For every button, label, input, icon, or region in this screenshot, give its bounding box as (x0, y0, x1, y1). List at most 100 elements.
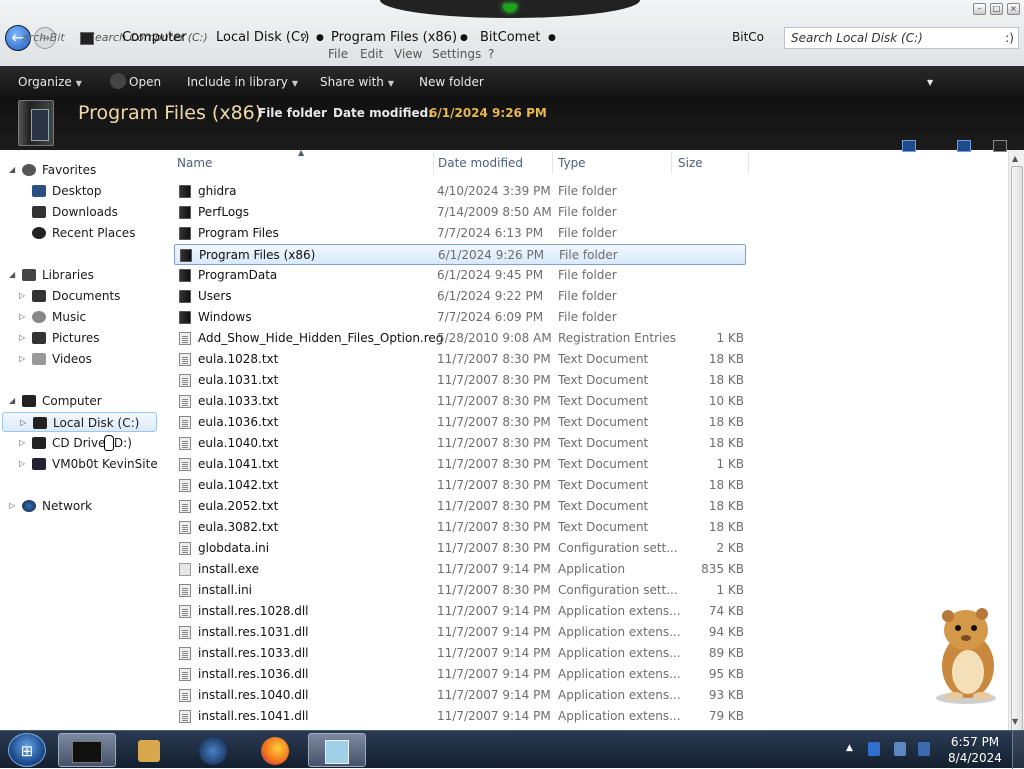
start-button[interactable]: ⊞ (8, 733, 46, 767)
expand-arrow-icon[interactable]: ▷ (19, 349, 25, 369)
taskbar-media-player[interactable] (120, 733, 178, 767)
expand-arrow-icon[interactable]: ▷ (9, 496, 15, 516)
scroll-up-icon[interactable]: ▲ (1012, 154, 1018, 163)
file-row[interactable]: install.ini 11/7/2007 8:30 PM Configuratio… (174, 580, 746, 601)
nav-desktop[interactable]: Desktop (32, 181, 102, 201)
nav-recent-places[interactable]: Recent Places (32, 223, 135, 243)
file-row[interactable]: ghidra 4/10/2024 3:39 PM File folder (174, 181, 746, 202)
file-row[interactable]: ProgramData 6/1/2024 9:45 PM File folder (174, 265, 746, 286)
new-folder-button[interactable]: New folder (419, 75, 484, 89)
column-separator[interactable] (433, 152, 434, 174)
view-options-chevron-icon[interactable]: ▼ (927, 78, 933, 87)
search-input[interactable]: Search Local Disk (C:) :) (784, 27, 1019, 49)
file-type: Registration Entries (558, 331, 676, 345)
file-row[interactable]: Program Files (x86) 6/1/2024 9:26 PM File … (174, 244, 746, 265)
file-row[interactable]: Users 6/1/2024 9:22 PM File folder (174, 286, 746, 307)
column-date[interactable]: Date modified (438, 156, 523, 170)
vertical-scrollbar[interactable]: ▲ ▼ (1008, 150, 1024, 732)
menu-view[interactable]: View (394, 47, 422, 61)
show-hidden-icons-icon[interactable]: ▲ (846, 743, 853, 753)
scroll-thumb[interactable] (1011, 166, 1023, 732)
menu-edit[interactable]: Edit (360, 47, 383, 61)
file-row[interactable]: eula.1040.txt 11/7/2007 8:30 PM Text Docum… (174, 433, 746, 454)
nav-network[interactable]: ▷ Network (9, 496, 92, 516)
file-row[interactable]: eula.1036.txt 11/7/2007 8:30 PM Text Docum… (174, 412, 746, 433)
breadcrumb-bitcomet[interactable]: BitComet (480, 30, 540, 45)
file-row[interactable]: install.res.1040.dll 11/7/2007 9:14 PM App… (174, 685, 746, 706)
taskbar-network-app[interactable] (184, 733, 242, 767)
file-icon (179, 353, 191, 366)
file-row[interactable]: eula.1042.txt 11/7/2007 8:30 PM Text Docum… (174, 475, 746, 496)
file-row[interactable]: eula.1028.txt 11/7/2007 8:30 PM Text Docum… (174, 349, 746, 370)
breadcrumb-separator-icon: ● (460, 33, 468, 43)
column-name[interactable]: Name (177, 156, 212, 170)
nav-cd-drive[interactable]: ▷ CD Drive (D:) (19, 433, 132, 453)
nav-vm-share[interactable]: ▷ VM0b0t KevinSite (19, 454, 158, 474)
file-row[interactable]: install.exe 11/7/2007 9:14 PM Application 8… (174, 559, 746, 580)
include-library-button[interactable]: Include in library ▼ (187, 75, 298, 89)
nav-local-disk[interactable]: ▷ Local Disk (C:) (2, 412, 157, 432)
breadcrumb-program-files-x86[interactable]: Program Files (x86) (331, 30, 457, 45)
file-row[interactable]: eula.1041.txt 11/7/2007 8:30 PM Text Docum… (174, 454, 746, 475)
column-size[interactable]: Size (678, 156, 703, 170)
nav-music[interactable]: ▷ Music (19, 307, 86, 327)
nav-pictures-label: Pictures (52, 331, 100, 345)
file-row[interactable]: PerfLogs 7/14/2009 8:50 AM File folder (174, 202, 746, 223)
file-row[interactable]: eula.2052.txt 11/7/2007 8:30 PM Text Docum… (174, 496, 746, 517)
breadcrumb-computer[interactable]: Computer (122, 30, 187, 45)
maximize-button[interactable]: □ (990, 3, 1003, 15)
taskbar-notepad[interactable] (308, 733, 366, 767)
nav-libraries[interactable]: ◢ Libraries (9, 265, 94, 285)
column-separator[interactable] (748, 152, 749, 174)
expand-arrow-icon[interactable]: ▷ (20, 413, 26, 433)
expand-arrow-icon[interactable]: ▷ (19, 454, 25, 474)
organize-button[interactable]: Organize ▼ (18, 75, 82, 89)
nav-documents[interactable]: ▷ Documents (19, 286, 120, 306)
file-type: Text Document (558, 520, 649, 534)
file-row[interactable]: eula.3082.txt 11/7/2007 8:30 PM Text Docum… (174, 517, 746, 538)
tray-display-icon[interactable] (894, 742, 906, 756)
menu-file[interactable]: File (328, 47, 348, 61)
file-row[interactable]: Add_Show_Hide_Hidden_Files_Option.reg 5/2… (174, 328, 746, 349)
file-row[interactable]: install.res.1036.dll 11/7/2007 9:14 PM App… (174, 664, 746, 685)
open-button[interactable]: Open (129, 75, 161, 89)
nav-favorites[interactable]: ◢ Favorites (9, 160, 96, 180)
file-row[interactable]: Windows 7/7/2024 6:09 PM File folder (174, 307, 746, 328)
column-separator[interactable] (552, 152, 553, 174)
menu-settings[interactable]: Settings (432, 47, 481, 61)
tray-app-icon[interactable] (868, 742, 880, 756)
nav-pictures[interactable]: ▷ Pictures (19, 328, 100, 348)
minimize-button[interactable]: – (973, 3, 986, 15)
expand-arrow-icon[interactable]: ▷ (19, 328, 25, 348)
tray-network-icon[interactable] (918, 742, 930, 756)
close-button[interactable]: × (1007, 3, 1020, 15)
collapse-arrow-icon[interactable]: ◢ (9, 391, 15, 411)
breadcrumb-local-disk[interactable]: Local Disk (C:) (216, 30, 309, 45)
file-row[interactable]: Program Files 7/7/2024 6:13 PM File folder (174, 223, 746, 244)
file-row[interactable]: install.res.1033.dll 11/7/2007 9:14 PM App… (174, 643, 746, 664)
nav-downloads[interactable]: Downloads (32, 202, 118, 222)
file-row[interactable]: eula.1031.txt 11/7/2007 8:30 PM Text Docum… (174, 370, 746, 391)
theme-notch (380, 0, 640, 18)
clock[interactable]: 6:57 PM 8/4/2024 (940, 734, 1010, 766)
column-separator[interactable] (671, 152, 672, 174)
collapse-arrow-icon[interactable]: ◢ (9, 265, 15, 285)
collapse-arrow-icon[interactable]: ◢ (9, 160, 15, 180)
nav-videos[interactable]: ▷ Videos (19, 349, 92, 369)
expand-arrow-icon[interactable]: ▷ (19, 433, 25, 453)
file-row[interactable]: install.res.1028.dll 11/7/2007 9:14 PM App… (174, 601, 746, 622)
taskbar-explorer[interactable] (58, 733, 116, 767)
nav-computer[interactable]: ◢ Computer (9, 391, 102, 411)
column-type[interactable]: Type (558, 156, 586, 170)
expand-arrow-icon[interactable]: ▷ (19, 307, 25, 327)
file-row[interactable]: install.res.1031.dll 11/7/2007 9:14 PM App… (174, 622, 746, 643)
show-desktop-button[interactable] (1012, 731, 1024, 769)
scroll-down-icon[interactable]: ▼ (1012, 717, 1018, 726)
menu-help[interactable]: ? (488, 47, 494, 61)
file-row[interactable]: install.res.1041.dll 11/7/2007 9:14 PM App… (174, 706, 746, 727)
share-with-button[interactable]: Share with ▼ (320, 75, 394, 89)
file-row[interactable]: eula.1033.txt 11/7/2007 8:30 PM Text Docum… (174, 391, 746, 412)
expand-arrow-icon[interactable]: ▷ (19, 286, 25, 306)
taskbar-firefox[interactable] (246, 733, 304, 767)
file-row[interactable]: globdata.ini 11/7/2007 8:30 PM Configurati… (174, 538, 746, 559)
